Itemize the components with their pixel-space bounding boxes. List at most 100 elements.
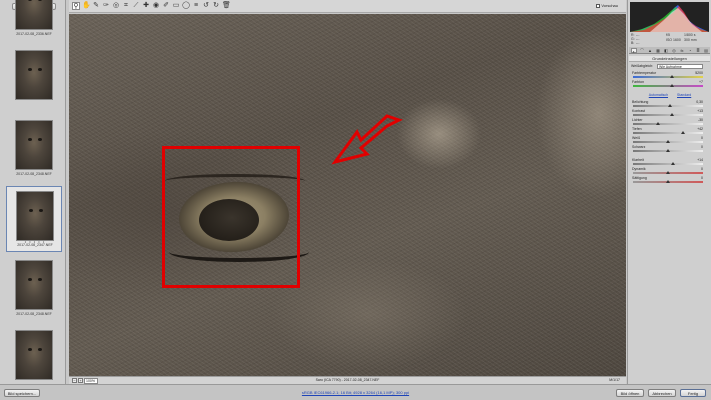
slider-track[interactable] — [633, 131, 703, 134]
split-toning-tab-icon[interactable]: ◧ — [663, 48, 669, 53]
slider-row: Kontrast +13 — [631, 109, 709, 118]
workflow-options-link[interactable]: sRGB IEC61966-2.1; 16 Bit; 4928 x 3264 (… — [0, 390, 711, 395]
slider-value[interactable]: 0 — [701, 136, 703, 140]
thumb-image — [16, 191, 54, 241]
thumb-image — [15, 120, 53, 170]
slider-label: Dynamik — [632, 167, 646, 171]
slider-knob[interactable] — [680, 131, 685, 134]
slider-track[interactable] — [633, 104, 703, 107]
snapshots-tab-icon[interactable]: ▤ — [703, 48, 709, 53]
detail-tab-icon[interactable]: ▲ — [647, 48, 653, 53]
trash-tool-icon[interactable]: 🗑 — [222, 2, 231, 10]
camera-info: R: --- G: --- B: --- f/5 1/800 s ISO 160… — [630, 33, 709, 45]
b-label: B: — [631, 41, 635, 45]
white-balance-select[interactable]: Wie Aufnahme — [657, 64, 703, 69]
preview-checkbox[interactable]: Vorschau — [596, 3, 618, 8]
hsl-tab-icon[interactable]: ▦ — [655, 48, 661, 53]
slider-value[interactable]: +42 — [697, 127, 703, 131]
crop-tool-icon[interactable]: ⌗ — [122, 2, 130, 10]
slider-knob[interactable] — [666, 140, 670, 143]
slider-value[interactable]: +7 — [699, 80, 703, 84]
cancel-button[interactable]: Abbrechen — [648, 389, 676, 397]
hand-tool-icon[interactable]: ✋ — [82, 2, 91, 10]
slider-row: Belichtung 0,30 — [631, 100, 709, 109]
slider-label: Tiefen — [632, 127, 642, 131]
filmstrip-thumb[interactable]: 2017-02-08_2348.NEF — [6, 256, 62, 322]
filmstrip-thumb[interactable]: 2017-02-08_2348.NEF — [6, 116, 62, 182]
slider-knob[interactable] — [670, 84, 675, 87]
radial-filter-tool-icon[interactable]: ◯ — [182, 2, 190, 10]
basic-tab-icon[interactable]: ◐ — [631, 48, 637, 54]
slider-track[interactable] — [633, 171, 703, 174]
slider-label: Belichtung — [632, 100, 649, 104]
slider-knob[interactable] — [666, 180, 670, 183]
camera-raw-window: Alle auswählen 2017-02-08_2336.NEF2017-0… — [0, 0, 711, 400]
rotate-right-tool-icon[interactable]: ↻ — [212, 2, 220, 10]
slider-track[interactable] — [633, 113, 703, 116]
filmstrip-thumb[interactable]: 2017-02-08_2336.NEF — [6, 0, 62, 42]
color-sampler-tool-icon[interactable]: ✑ — [102, 2, 110, 10]
thumb-image — [15, 0, 53, 30]
slider-knob[interactable] — [666, 171, 670, 174]
white-balance-tool-icon[interactable]: ✎ — [92, 2, 100, 10]
spot-removal-tool-icon[interactable]: ✚ — [142, 2, 150, 10]
slider-row: Farbton +7 — [631, 80, 709, 89]
slider-track[interactable] — [633, 84, 703, 87]
slider-value[interactable]: 0 — [701, 167, 703, 171]
image-counter: M/1/17 — [609, 378, 620, 382]
slider-row: Sättigung 0 — [631, 176, 709, 185]
camera-calibration-tab-icon[interactable]: ◔ — [687, 48, 693, 53]
white-balance-row: Weißabgleich: Wie Aufnahme — [631, 64, 709, 70]
thumb-image — [15, 330, 53, 380]
presets-tab-icon[interactable]: ≣ — [695, 48, 701, 53]
filmstrip-thumb[interactable]: • • • • • 2017-02-08_2347.NEF — [6, 186, 62, 252]
slider-knob[interactable] — [670, 113, 675, 116]
rotate-left-tool-icon[interactable]: ↺ — [202, 2, 210, 10]
slider-value[interactable]: 0,30 — [696, 100, 703, 104]
slider-value[interactable]: 5200 — [695, 71, 703, 75]
slider-label: Sättigung — [632, 176, 647, 180]
slider-track[interactable] — [633, 162, 703, 165]
tone-curve-tab-icon[interactable]: ⌒ — [639, 48, 645, 53]
open-image-button[interactable]: Bild öffnen — [616, 389, 644, 397]
current-filename: Saro (ICA 7790) - 2017-02-08_2347.NEF — [315, 378, 380, 382]
slider-row: Schwarz 0 — [631, 145, 709, 154]
slider-value[interactable]: 0 — [701, 176, 703, 180]
slider-knob[interactable] — [668, 104, 673, 107]
slider-track[interactable] — [633, 149, 703, 152]
slider-track[interactable] — [633, 180, 703, 183]
slider-label: Klarheit — [632, 158, 644, 162]
slider-row: Klarheit +14 — [631, 158, 709, 167]
slider-value[interactable]: +13 — [697, 109, 703, 113]
slider-track[interactable] — [633, 75, 703, 78]
slider-value[interactable]: +14 — [697, 158, 703, 162]
targeted-adjustment-tool-icon[interactable]: ◎ — [112, 2, 120, 10]
auto-link[interactable]: Automatisch — [649, 93, 668, 97]
zoom-tool-icon[interactable]: ⚲ — [72, 2, 80, 10]
slider-knob[interactable] — [670, 162, 675, 165]
bottom-bar: Bild speichern... sRGB IEC61966-2.1; 16 … — [0, 384, 711, 400]
slider-knob[interactable] — [669, 75, 674, 78]
filmstrip-thumb[interactable] — [6, 326, 62, 384]
red-eye-tool-icon[interactable]: ◉ — [152, 2, 160, 10]
slider-label: Weiß — [632, 136, 641, 140]
slider-track[interactable] — [633, 122, 703, 125]
graduated-filter-tool-icon[interactable]: ▭ — [172, 2, 180, 10]
slider-track[interactable] — [633, 140, 703, 143]
slider-knob[interactable] — [666, 149, 670, 152]
default-link[interactable]: Standard — [677, 93, 691, 97]
thumb-image — [15, 50, 53, 100]
lens-tab-icon[interactable]: ◎ — [671, 48, 677, 53]
filmstrip-thumb[interactable] — [6, 46, 62, 112]
preferences-tool-icon[interactable]: ≡ — [192, 2, 200, 10]
straighten-tool-icon[interactable]: ⟋ — [132, 2, 140, 10]
slider-value[interactable]: -30 — [698, 118, 703, 122]
slider-row: Farbtemperatur 5200 — [631, 71, 709, 80]
image-canvas[interactable] — [69, 14, 626, 376]
effects-tab-icon[interactable]: fx — [679, 48, 685, 53]
slider-value[interactable]: 0 — [701, 145, 703, 149]
aperture: f/5 — [666, 33, 670, 37]
slider-knob[interactable] — [655, 122, 660, 125]
adjustment-brush-tool-icon[interactable]: ✐ — [162, 2, 170, 10]
done-button[interactable]: Fertig — [680, 389, 706, 397]
